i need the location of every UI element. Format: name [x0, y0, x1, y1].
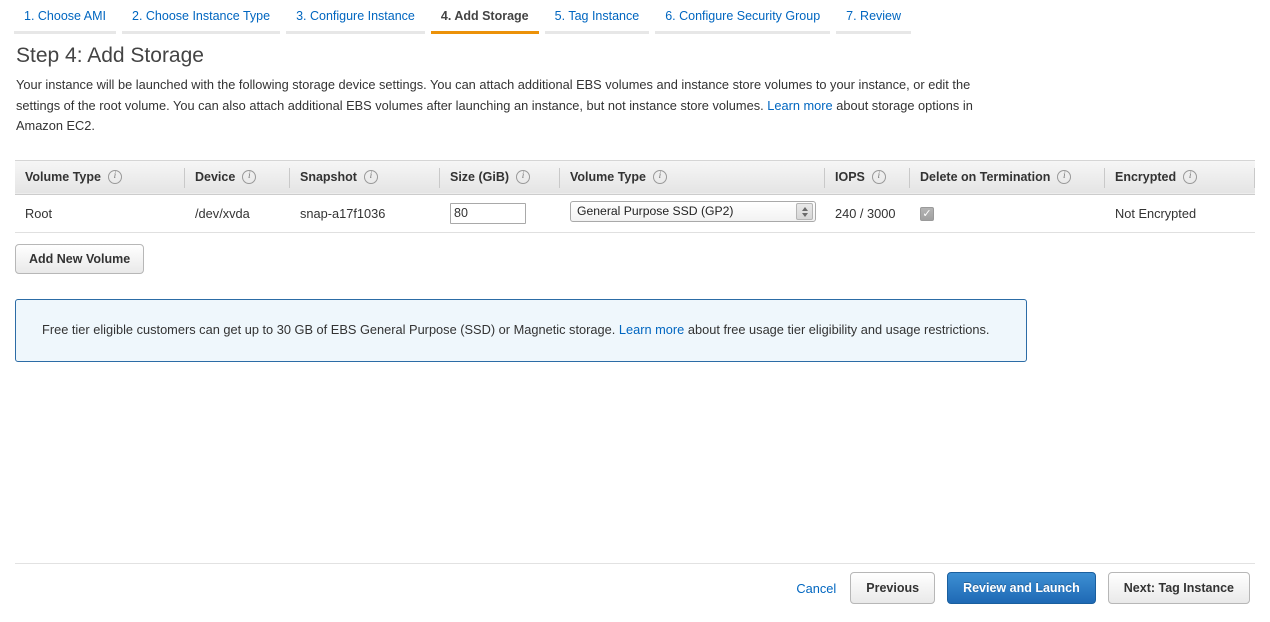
volume-type-select-value: General Purpose SSD (GP2)	[577, 204, 734, 218]
storage-table-header-row: Volume Type i Device i Snapshot i Size (…	[15, 159, 1255, 195]
cell-encrypted: Not Encrypted	[1105, 194, 1255, 233]
previous-button[interactable]: Previous	[850, 572, 936, 604]
storage-options-learn-more-link[interactable]: Learn more	[767, 98, 832, 113]
column-header-volume-type: Volume Type i	[560, 159, 825, 195]
cell-iops: 240 / 3000	[825, 194, 910, 233]
cancel-button[interactable]: Cancel	[796, 581, 836, 596]
chevron-updown-icon[interactable]	[796, 203, 813, 220]
volume-type-select[interactable]: General Purpose SSD (GP2)	[570, 201, 816, 222]
info-icon[interactable]: i	[107, 170, 122, 184]
column-label-delete-on-termination: Delete on Termination	[920, 170, 1051, 184]
add-new-volume-button[interactable]: Add New Volume	[15, 243, 145, 274]
free-tier-learn-more-link[interactable]: Learn more	[619, 322, 684, 337]
column-header-delete-on-termination: Delete on Termination i	[910, 159, 1105, 195]
footer-divider	[15, 563, 1255, 564]
wizard-tab-choose-ami[interactable]: 1. Choose AMI	[14, 8, 116, 34]
column-header-volume-type-name: Volume Type i	[15, 159, 185, 195]
page-header: Step 4: Add Storage Your instance will b…	[0, 38, 1270, 137]
column-label-iops: IOPS	[835, 170, 865, 184]
next-tag-instance-button[interactable]: Next: Tag Instance	[1107, 572, 1250, 604]
wizard-tab-choose-instance-type[interactable]: 2. Choose Instance Type	[122, 8, 281, 34]
column-header-device: Device i	[185, 159, 290, 195]
column-label-volume-type: Volume Type	[570, 170, 646, 184]
column-label-encrypted: Encrypted	[1115, 170, 1177, 184]
wizard-tab-configure-instance[interactable]: 3. Configure Instance	[286, 8, 425, 34]
delete-on-termination-checkbox[interactable]: ✓	[920, 207, 934, 222]
column-label-size: Size (GiB)	[450, 170, 510, 184]
wizard-tab-configure-security-group[interactable]: 6. Configure Security Group	[655, 8, 831, 34]
wizard-tab-tag-instance[interactable]: 5. Tag Instance	[544, 8, 650, 34]
column-header-snapshot: Snapshot i	[290, 159, 440, 195]
size-input[interactable]	[450, 202, 526, 224]
wizard-tab-add-storage[interactable]: 4. Add Storage	[430, 8, 539, 34]
info-icon[interactable]: i	[363, 170, 378, 184]
table-row: Root /dev/xvda snap-a17f1036 General Pur…	[15, 194, 1255, 233]
column-header-iops: IOPS i	[825, 159, 910, 195]
info-icon[interactable]: i	[1183, 170, 1198, 184]
wizard-tab-bar: 1. Choose AMI 2. Choose Instance Type 3.…	[0, 0, 1270, 38]
info-icon[interactable]: i	[1057, 170, 1072, 184]
info-icon[interactable]: i	[516, 170, 531, 184]
column-header-size: Size (GiB) i	[440, 159, 560, 195]
cell-snapshot: snap-a17f1036	[290, 194, 440, 233]
review-and-launch-button[interactable]: Review and Launch	[947, 572, 1096, 604]
free-tier-notice-text-before: Free tier eligible customers can get up …	[42, 321, 619, 337]
column-label-volume-type-name: Volume Type	[25, 170, 101, 184]
column-header-encrypted: Encrypted i	[1105, 159, 1255, 195]
info-icon[interactable]: i	[242, 170, 257, 184]
add-volume-container: Add New Volume	[15, 243, 1270, 274]
column-divider	[1254, 167, 1255, 188]
cell-volume-type-select: General Purpose SSD (GP2)	[560, 194, 825, 233]
column-label-device: Device	[195, 170, 236, 184]
info-icon[interactable]: i	[871, 170, 886, 184]
free-tier-notice-text-after: about free usage tier eligibility and us…	[684, 321, 990, 337]
page-title: Step 4: Add Storage	[16, 44, 204, 67]
page-description: Your instance will be launched with the …	[16, 75, 1016, 137]
cell-delete-on-termination: ✓	[910, 194, 1105, 233]
cell-device: /dev/xvda	[185, 194, 290, 233]
free-tier-notice: Free tier eligible customers can get up …	[15, 298, 1027, 362]
cell-size	[440, 194, 560, 233]
storage-table-container: Volume Type i Device i Snapshot i Size (…	[15, 159, 1256, 233]
cell-volume-type-name: Root	[15, 194, 185, 233]
column-label-snapshot: Snapshot	[300, 170, 357, 184]
footer-actions: Cancel Previous Review and Launch Next: …	[0, 572, 1270, 604]
info-icon[interactable]: i	[652, 170, 667, 184]
storage-table: Volume Type i Device i Snapshot i Size (…	[15, 159, 1255, 233]
wizard-tab-review[interactable]: 7. Review	[836, 8, 912, 34]
